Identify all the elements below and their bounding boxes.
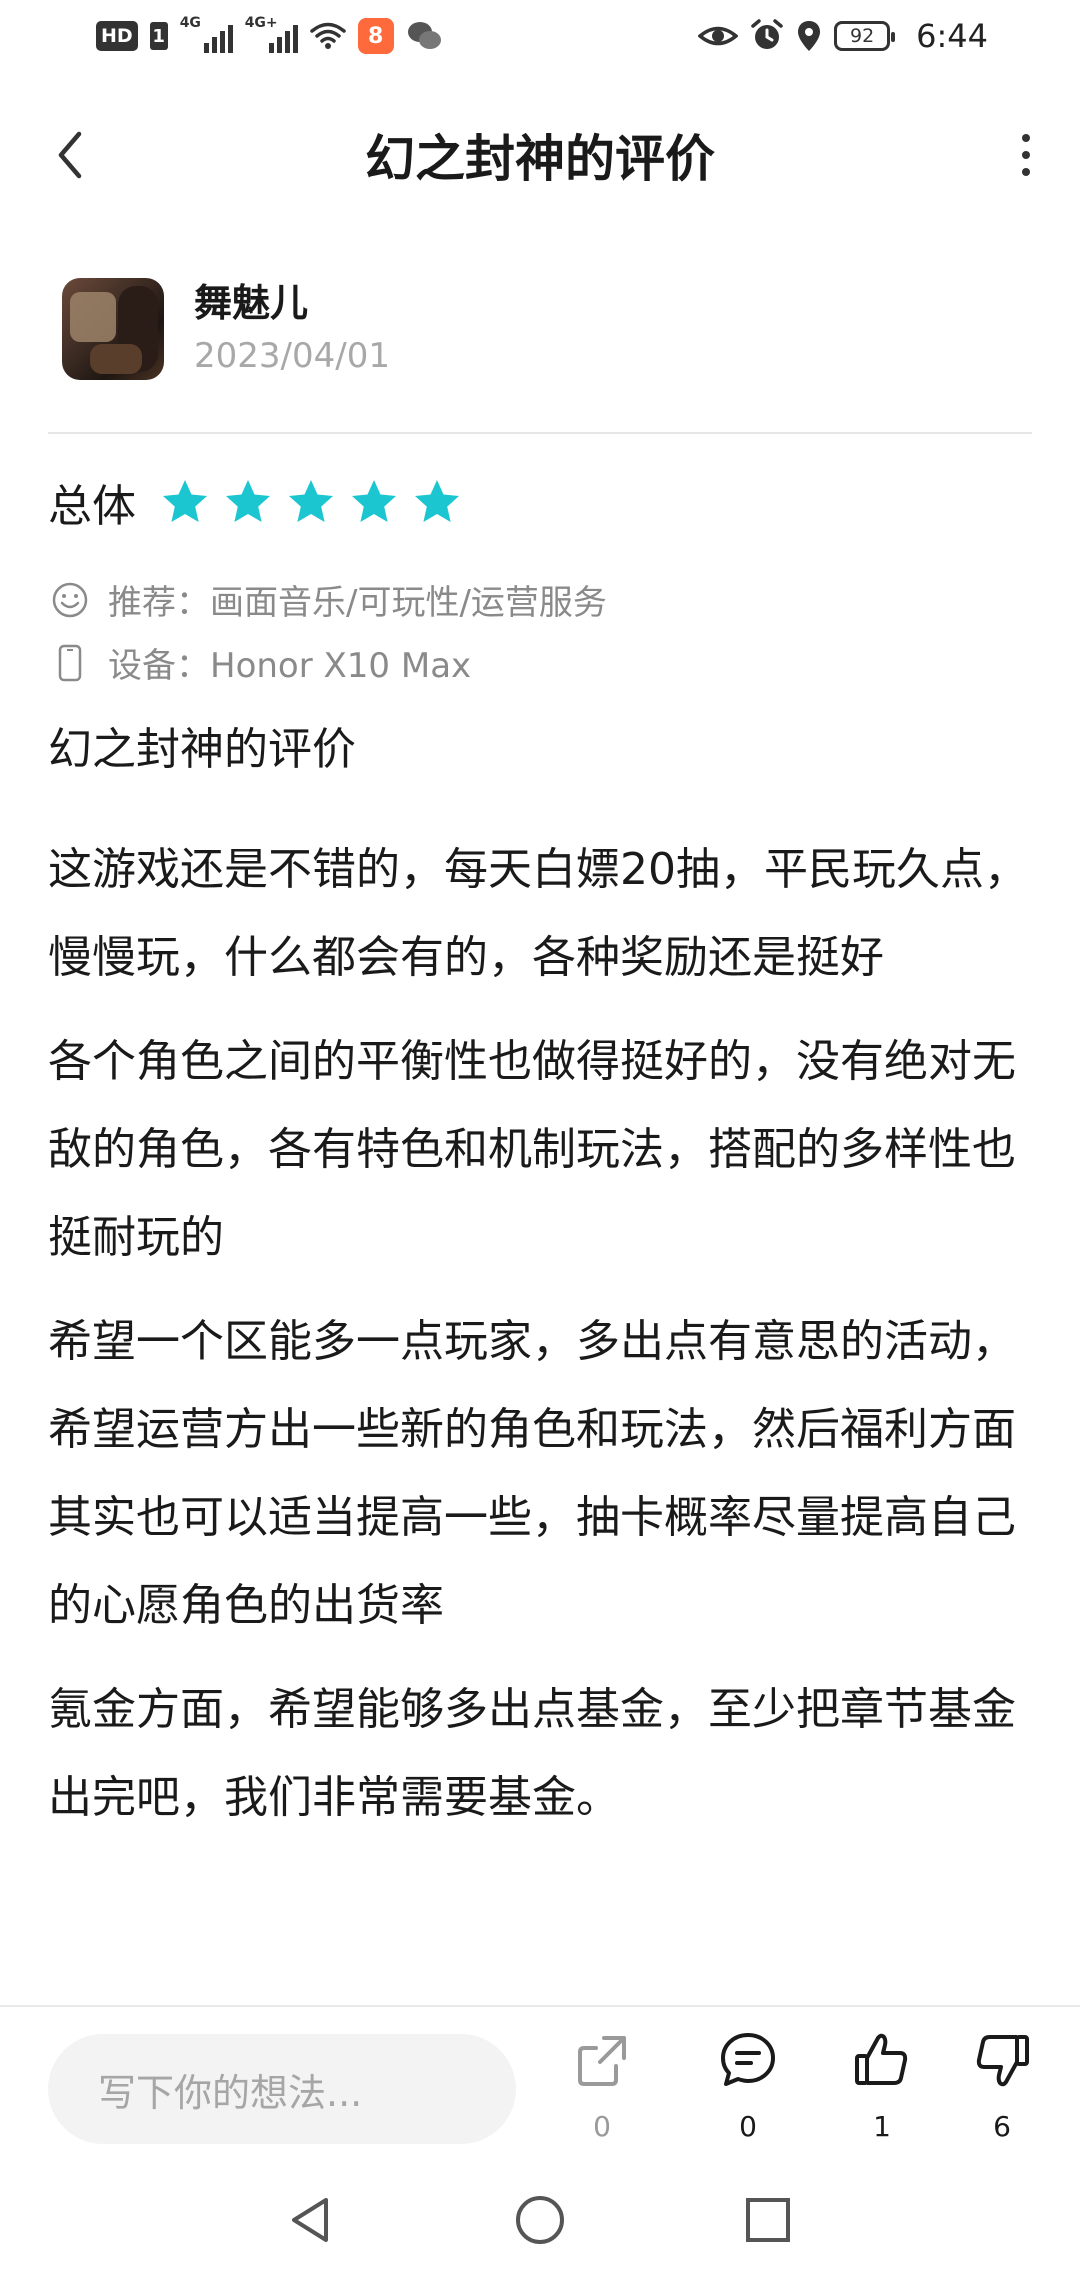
status-right: 92 6:44 [698, 17, 988, 55]
status-bar: HD 1 4G 4G+ 8 92 6:44 [0, 0, 1080, 72]
avatar[interactable] [62, 278, 164, 380]
star-icon [289, 480, 333, 522]
cellular-signal-icon: 4G [180, 15, 233, 53]
device-text: 设备：Honor X10 Max [108, 646, 472, 686]
nav-recents-button[interactable] [738, 2190, 798, 2250]
hd-indicator: HD [96, 21, 138, 51]
star-icon [415, 480, 459, 522]
review-paragraph: 这游戏还是不错的，每天白嫖20抽，平民玩久点，慢慢玩，什么都会有的，各种奖励还是… [48, 844, 1028, 983]
author-name[interactable]: 舞魅儿 [194, 279, 390, 327]
review-paragraph: 氪金方面，希望能够多出点基金，至少把章节基金出完吧，我们非常需要基金。 [48, 1684, 1016, 1823]
overall-rating: 总体 [48, 470, 462, 534]
status-time: 6:44 [916, 17, 988, 55]
share-icon [578, 2036, 626, 2086]
recommend-tags: 推荐：画面音乐/可玩性/运营服务 [50, 575, 607, 624]
share-count: 0 [593, 2110, 611, 2143]
app-header: 幻之封神的评价 [0, 100, 1080, 210]
device-info: 设备：Honor X10 Max [50, 638, 471, 687]
star-icon [226, 480, 270, 522]
more-dot [1022, 134, 1030, 142]
triangle-back-icon [292, 2198, 328, 2242]
status-left: HD 1 4G 4G+ 8 [96, 15, 442, 54]
location-icon [798, 21, 821, 51]
comment-icon [721, 2033, 775, 2086]
author-meta: 舞魅儿 2023/04/01 [194, 279, 390, 379]
review-content: 幻之封神的评价 这游戏还是不错的，每天白嫖20抽，平民玩久点，慢慢玩，什么都会有… [48, 718, 1038, 1858]
battery-icon: 92 [834, 21, 896, 51]
review-paragraph: 希望一个区能多一点玩家，多出点有意思的活动，希望运营方出一些新的角色和玩法，然后… [48, 1316, 1016, 1631]
recommend-text: 推荐：画面音乐/可玩性/运营服务 [108, 583, 607, 623]
system-nav-bar [0, 2180, 1080, 2280]
review-detail-page: HD 1 4G 4G+ 8 92 6:44 幻之封神的评价 舞魅儿 2023/0… [0, 0, 1080, 2280]
nav-home-button[interactable] [510, 2190, 570, 2250]
star-icon [163, 480, 207, 522]
wechat-icon [407, 22, 441, 49]
dislike-button[interactable]: 6 [957, 2030, 1047, 2143]
network-type-label: 4G [179, 15, 201, 31]
comment-input[interactable]: 写下你的想法... [48, 2034, 516, 2144]
action-bar: 0 0 1 6 [540, 2030, 1080, 2160]
circle-home-icon [516, 2196, 564, 2244]
thumbs-down-icon [976, 2035, 1029, 2087]
sim-indicator: 1 [149, 22, 168, 50]
wifi-icon [309, 22, 346, 49]
chevron-left-icon [58, 131, 82, 179]
eye-comfort-icon [698, 26, 739, 46]
like-button[interactable]: 1 [837, 2030, 927, 2143]
network-type-label-2: 4G+ [244, 15, 278, 31]
page-title: 幻之封神的评价 [365, 130, 715, 188]
phone-icon [50, 643, 90, 683]
dislike-count: 6 [993, 2110, 1011, 2143]
review-paragraph: 各个角色之间的平衡性也做得挺好的，没有绝对无敌的角色，各有特色和机制玩法，搭配的… [48, 1036, 1016, 1263]
star-icon [352, 480, 396, 522]
bottom-divider [0, 2005, 1080, 2007]
rating-stars [160, 477, 462, 527]
square-recents-icon [746, 2198, 790, 2242]
more-dot [1022, 168, 1030, 176]
alarm-icon [751, 19, 783, 49]
review-author[interactable]: 舞魅儿 2023/04/01 [62, 278, 390, 380]
comment-count: 0 [739, 2110, 757, 2143]
nav-back-button[interactable] [280, 2190, 340, 2250]
divider [48, 432, 1032, 434]
more-options-button[interactable] [996, 125, 1056, 185]
review-subtitle: 幻之封神的评价 [48, 724, 356, 775]
share-button[interactable]: 0 [557, 2030, 647, 2143]
app-notification-icon: 8 [357, 18, 394, 54]
smile-icon [50, 580, 90, 620]
cellular-signal-icon-2: 4G+ [245, 15, 298, 53]
review-date: 2023/04/01 [194, 336, 390, 376]
back-button[interactable] [40, 125, 100, 185]
comment-button[interactable]: 0 [703, 2030, 793, 2143]
like-count: 1 [873, 2110, 891, 2143]
more-dot [1022, 151, 1030, 159]
rating-label: 总体 [48, 481, 136, 532]
thumbs-up-icon [855, 2033, 908, 2085]
